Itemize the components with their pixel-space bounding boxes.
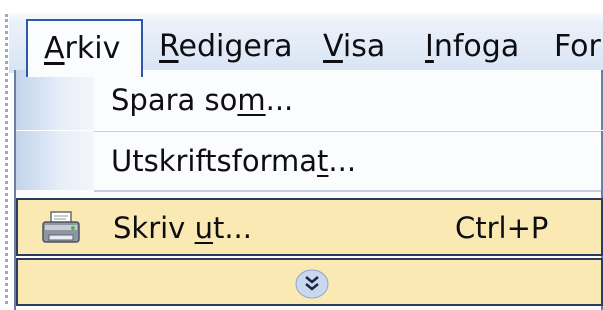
utskriftsformat-label: Utskriftsformat... (111, 131, 356, 191)
menu-redigera[interactable]: Redigera (159, 19, 293, 75)
menu-item-spara-som[interactable]: Spara som... (16, 70, 603, 130)
chevron-double-down-icon[interactable] (294, 268, 330, 300)
printer-icon (42, 211, 80, 243)
menu-separator (94, 190, 601, 192)
menu-item-utskriftsformat[interactable]: Utskriftsformat... (16, 130, 603, 190)
arkiv-dropdown-menu: Spara som... Utskriftsformat... Skriv ut… (14, 70, 603, 310)
skriv-ut-label: Skriv ut... (113, 200, 252, 256)
menu-arkiv-accel: A (44, 31, 65, 66)
utskriftsformat-accel: t (317, 144, 329, 178)
menu-infoga[interactable]: Infoga (425, 19, 519, 75)
menu-visa[interactable]: Visa (323, 19, 385, 75)
menu-visa-accel: V (323, 29, 343, 64)
menu-bar: Arkiv Redigera Visa Infoga For (9, 13, 603, 77)
menu-arkiv[interactable]: Arkiv (26, 19, 143, 77)
menu-infoga-accel: I (425, 29, 434, 64)
menu-item-skriv-ut[interactable]: Skriv ut... Ctrl+P (16, 198, 603, 256)
skriv-ut-text: Skriv (113, 211, 195, 245)
menu-visa-rest: isa (342, 29, 386, 64)
menu-infoga-rest: nfoga (433, 29, 520, 64)
utskriftsformat-text: Utskriftsforma (111, 144, 318, 178)
menu-redigera-accel: R (159, 29, 179, 64)
menu-redigera-rest: edigera (178, 29, 293, 64)
spara-som-text: Spara so (111, 83, 238, 117)
spara-som-accel: m (237, 83, 266, 117)
spara-som-ellipsis: ... (265, 83, 294, 117)
menu-arkiv-rest: rkiv (64, 31, 121, 66)
menu-expand-more[interactable] (16, 258, 603, 306)
menu-format-label: For (554, 29, 601, 64)
skriv-ut-ellipsis: t... (212, 211, 252, 245)
window-edge-dotted (5, 14, 8, 304)
skriv-ut-shortcut: Ctrl+P (455, 211, 549, 245)
utskriftsformat-ellipsis: ... (328, 144, 357, 178)
skriv-ut-accel: u (194, 211, 213, 245)
spara-som-label: Spara som... (111, 70, 293, 130)
menu-format[interactable]: For (554, 19, 603, 75)
